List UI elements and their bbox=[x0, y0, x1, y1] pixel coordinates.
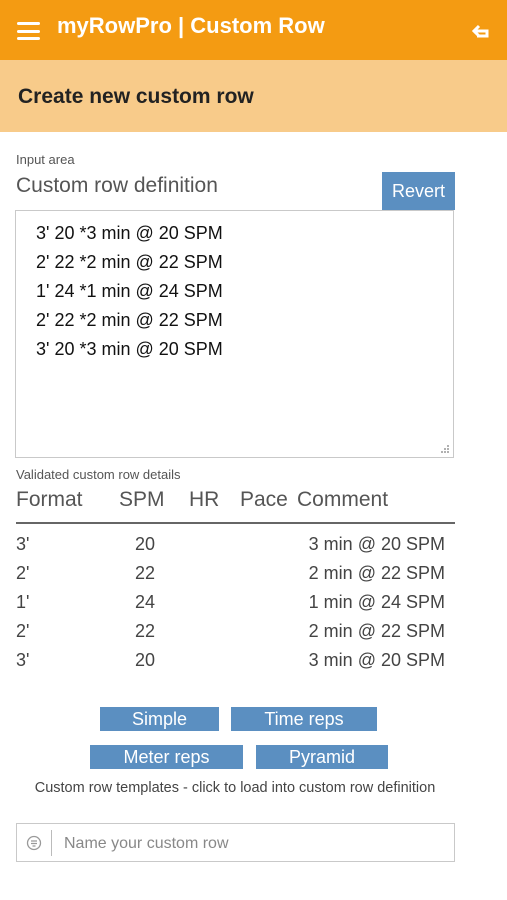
cell-spm: 22 bbox=[134, 563, 156, 583]
definition-line: 3' 20 *3 min @ 20 SPM bbox=[36, 339, 223, 359]
templates-caption: Custom row templates - click to load int… bbox=[34, 780, 436, 796]
input-area-label: Input area bbox=[16, 152, 75, 167]
custom-row-name-input[interactable] bbox=[62, 830, 446, 858]
cell-comment: 2 min @ 22 SPM bbox=[308, 621, 445, 641]
cell-spm: 22 bbox=[134, 621, 156, 641]
cell-spm: 20 bbox=[134, 650, 156, 670]
table-row: 2' 22 2 min @ 22 SPM bbox=[0, 563, 507, 592]
column-header-pace: Pace bbox=[240, 488, 288, 511]
custom-row-definition-textarea[interactable]: 3' 20 *3 min @ 20 SPM 2' 22 *2 min @ 22 … bbox=[15, 210, 454, 458]
template-time-reps-button[interactable]: Time reps bbox=[231, 707, 377, 731]
custom-row-definition-title: Custom row definition bbox=[16, 174, 218, 197]
name-tag-icon bbox=[26, 835, 42, 851]
column-header-spm: SPM bbox=[119, 488, 165, 511]
cell-comment: 3 min @ 20 SPM bbox=[308, 534, 445, 554]
table-header-divider bbox=[16, 522, 455, 524]
table-row: 3' 20 3 min @ 20 SPM bbox=[0, 534, 507, 563]
resize-grip-icon[interactable] bbox=[440, 444, 450, 454]
column-header-format: Format bbox=[16, 488, 83, 511]
name-field-container[interactable] bbox=[16, 823, 455, 862]
cell-format: 3' bbox=[16, 534, 30, 554]
input-divider bbox=[51, 830, 52, 856]
cell-spm: 20 bbox=[134, 534, 156, 554]
cell-format: 2' bbox=[16, 621, 30, 641]
cell-comment: 1 min @ 24 SPM bbox=[308, 592, 445, 612]
cell-format: 1' bbox=[16, 592, 30, 612]
definition-line: 2' 22 *2 min @ 22 SPM bbox=[36, 310, 223, 330]
cell-format: 3' bbox=[16, 650, 30, 670]
cell-comment: 3 min @ 20 SPM bbox=[308, 650, 445, 670]
template-pyramid-button[interactable]: Pyramid bbox=[256, 745, 388, 769]
column-header-hr: HR bbox=[189, 488, 220, 511]
hamburger-menu-icon[interactable] bbox=[17, 22, 40, 40]
table-row: 3' 20 3 min @ 20 SPM bbox=[0, 650, 507, 679]
column-header-comment: Comment bbox=[297, 488, 389, 511]
definition-line: 3' 20 *3 min @ 20 SPM bbox=[36, 223, 223, 243]
cell-spm: 24 bbox=[134, 592, 156, 612]
template-meter-reps-button[interactable]: Meter reps bbox=[90, 745, 243, 769]
table-row: 1' 24 1 min @ 24 SPM bbox=[0, 592, 507, 621]
definition-line: 1' 24 *1 min @ 24 SPM bbox=[36, 281, 223, 301]
validated-details-label: Validated custom row details bbox=[16, 467, 181, 482]
app-bar: myRowPro | Custom Row bbox=[0, 0, 507, 60]
cell-format: 2' bbox=[16, 563, 30, 583]
definition-line: 2' 22 *2 min @ 22 SPM bbox=[36, 252, 223, 272]
table-row: 2' 22 2 min @ 22 SPM bbox=[0, 621, 507, 650]
cell-comment: 2 min @ 22 SPM bbox=[308, 563, 445, 583]
page-header: Create new custom row bbox=[0, 60, 507, 132]
app-title: myRowPro | Custom Row bbox=[57, 13, 325, 38]
page-title: Create new custom row bbox=[18, 85, 254, 108]
revert-button[interactable]: Revert bbox=[382, 172, 455, 210]
return-arrow-icon[interactable] bbox=[471, 22, 491, 40]
template-simple-button[interactable]: Simple bbox=[100, 707, 219, 731]
